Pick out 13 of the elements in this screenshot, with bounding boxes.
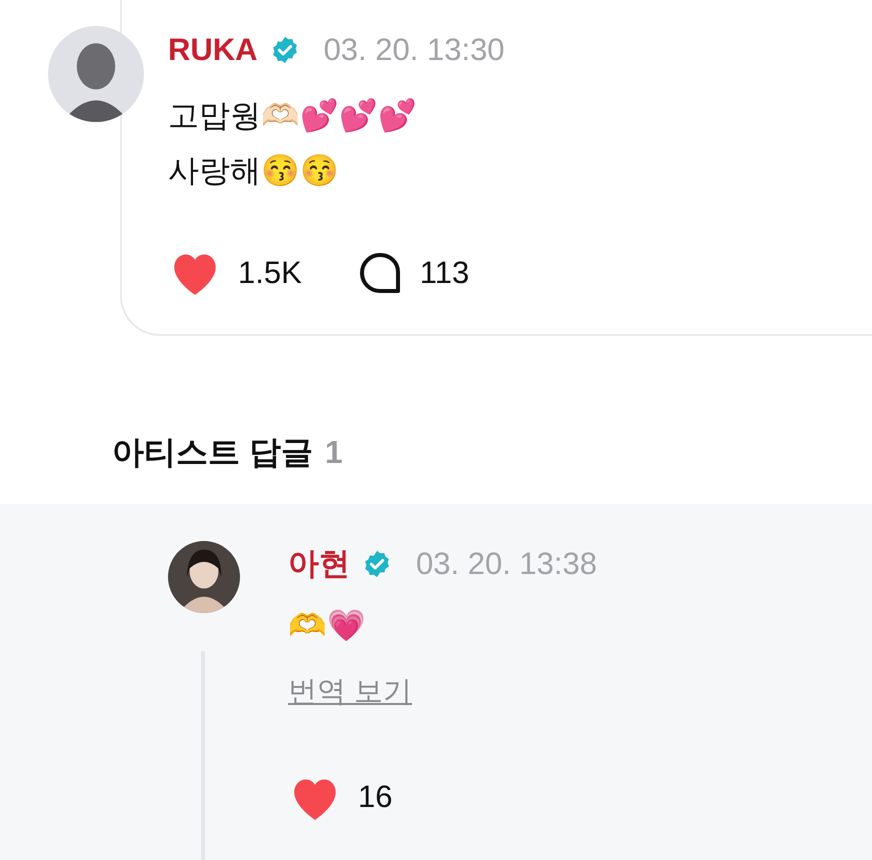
translate-link[interactable]: 번역 보기 bbox=[288, 671, 597, 714]
reply-count: 1 bbox=[324, 433, 343, 472]
like-count: 1.5K bbox=[238, 254, 302, 292]
post-time: 03. 20. 13:30 bbox=[324, 30, 505, 69]
post-text: 사랑해😚😚 bbox=[168, 152, 340, 190]
post-text: 고맙웡🫶🏻💕💕💕 bbox=[168, 97, 418, 135]
author-name[interactable]: 아현 bbox=[288, 540, 350, 588]
like-count: 16 bbox=[358, 778, 392, 816]
reply-time: 03. 20. 13:38 bbox=[416, 544, 597, 583]
section-title: 아티스트 답글 bbox=[112, 433, 313, 472]
reply-text: 🫶💗 bbox=[288, 607, 367, 645]
author-name[interactable]: RUKA bbox=[168, 26, 258, 74]
comment-count: 113 bbox=[420, 254, 470, 292]
